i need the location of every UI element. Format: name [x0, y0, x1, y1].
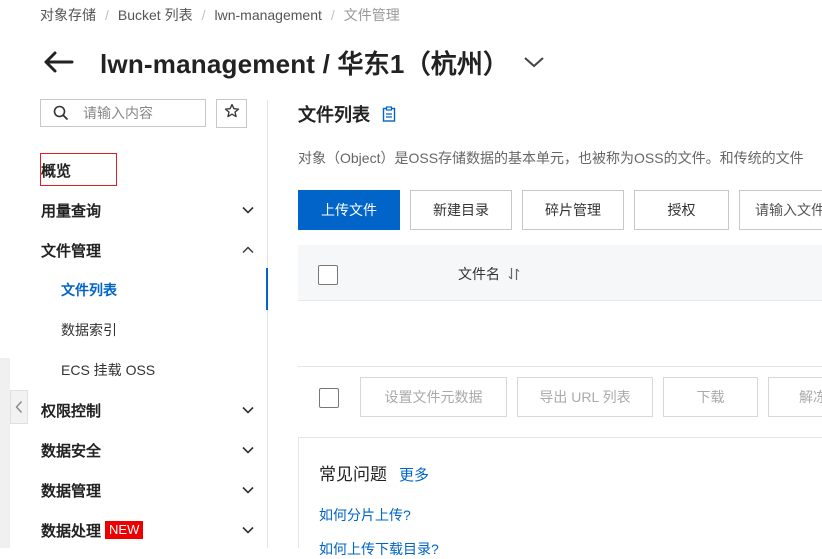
sidebar-collapse-strip: [0, 358, 10, 548]
breadcrumb-separator: /: [201, 7, 206, 23]
section-description: 对象（Object）是OSS存储数据的基本单元，也被称为OSS的文件。和传统的文…: [298, 150, 804, 166]
download-button[interactable]: 下载: [663, 377, 758, 417]
section-title: 文件列表: [298, 101, 396, 127]
sidebar-item-data-management[interactable]: 数据管理: [41, 470, 257, 510]
new-directory-button[interactable]: 新建目录: [410, 190, 512, 230]
sidebar-item-label: 数据处理: [41, 522, 102, 540]
sidebar-item-data-index[interactable]: 数据索引: [61, 310, 117, 350]
faq-panel: 常见问题 更多 如何分片上传? 如何上传下载目录?: [298, 437, 822, 557]
export-url-list-button[interactable]: 导出 URL 列表: [517, 377, 653, 417]
faq-more-link[interactable]: 更多: [399, 464, 429, 485]
new-badge: NEW: [105, 521, 144, 539]
set-metadata-button[interactable]: 设置文件元数据: [360, 377, 507, 417]
breadcrumb: 对象存储 / Bucket 列表 / lwn-management / 文件管理: [40, 5, 400, 25]
breadcrumb-oss[interactable]: 对象存储: [40, 5, 96, 25]
sidebar-item-label: 数据安全: [41, 442, 102, 460]
upload-file-button[interactable]: 上传文件: [298, 190, 400, 230]
star-icon: [224, 103, 240, 124]
breadcrumb-bucket[interactable]: lwn-management: [214, 7, 321, 23]
bulk-action-bar: 设置文件元数据 导出 URL 列表 下载 解冻: [298, 366, 822, 429]
sidebar-item-ecs-mount[interactable]: ECS 挂载 OSS: [61, 350, 155, 390]
fragment-management-button[interactable]: 碎片管理: [522, 190, 624, 230]
breadcrumb-current: 文件管理: [343, 7, 400, 23]
faq-link[interactable]: 如何上传下载目录?: [319, 539, 439, 559]
sidebar-item-usage[interactable]: 用量查询: [41, 190, 257, 230]
sidebar-item-data-security[interactable]: 数据安全: [41, 430, 257, 470]
sidebar-item-label: 权限控制: [41, 402, 102, 420]
section-title-text: 文件列表: [298, 105, 370, 125]
column-header-label: 文件名: [458, 266, 500, 282]
table-header: 文件名: [298, 245, 822, 301]
chevron-down-icon: [242, 446, 254, 454]
bulk-select-checkbox[interactable]: [319, 388, 339, 408]
sidebar-item-label: 用量查询: [41, 202, 102, 220]
chevron-up-icon: [242, 246, 254, 253]
sidebar-collapse-button[interactable]: [10, 390, 28, 424]
page-header: lwn-management / 华东1（杭州）: [42, 42, 549, 82]
search-icon: [53, 105, 69, 121]
faq-link[interactable]: 如何分片上传?: [319, 505, 411, 525]
sort-icon: [508, 268, 520, 280]
select-all-checkbox[interactable]: [318, 265, 338, 285]
sidebar-divider: [267, 100, 268, 548]
faq-title-text: 常见问题: [319, 465, 387, 484]
breadcrumb-bucket-list[interactable]: Bucket 列表: [118, 5, 193, 25]
chevron-down-icon: [242, 206, 254, 214]
sidebar-search[interactable]: [40, 99, 206, 127]
breadcrumb-separator: /: [105, 7, 109, 23]
sidebar-item-file-management[interactable]: 文件管理: [41, 230, 257, 270]
sidebar-item-data-processing[interactable]: 数据处理 NEW: [41, 510, 257, 550]
column-header-filename[interactable]: 文件名: [458, 264, 520, 284]
sidebar-item-overview[interactable]: 概览: [41, 160, 71, 181]
chevron-down-icon: [242, 526, 254, 534]
authorize-button[interactable]: 授权: [634, 190, 729, 230]
chevron-down-icon: [242, 406, 254, 414]
active-indicator: [266, 268, 268, 310]
sidebar-item-label: 数据管理: [41, 482, 102, 500]
favorite-button[interactable]: [216, 99, 247, 128]
chevron-left-icon: [15, 401, 23, 413]
clipboard-icon[interactable]: [382, 106, 396, 122]
sidebar-item-label: 文件管理: [41, 242, 102, 260]
sidebar-search-input[interactable]: [83, 105, 193, 121]
sidebar-item-file-list[interactable]: 文件列表: [61, 270, 117, 310]
chevron-down-icon: [242, 486, 254, 494]
unfreeze-button[interactable]: 解冻: [768, 377, 822, 417]
file-search-input[interactable]: 请输入文件: [739, 190, 822, 230]
region-dropdown-chevron-icon[interactable]: [523, 52, 549, 72]
back-arrow-icon[interactable]: [42, 49, 76, 75]
breadcrumb-separator: /: [330, 7, 335, 23]
faq-title: 常见问题 更多: [319, 460, 429, 485]
sidebar-item-access-control[interactable]: 权限控制: [41, 390, 257, 430]
page-title: lwn-management / 华东1（杭州）: [100, 48, 510, 79]
